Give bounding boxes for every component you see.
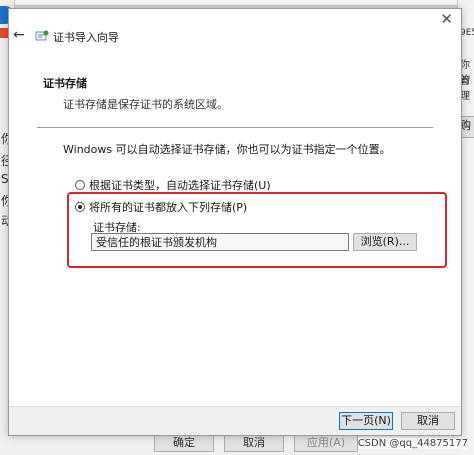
background-ok-button[interactable]: 确定 [154, 434, 214, 452]
wizard-header: 证书存储 证书存储是保存证书的系统区域。 [9, 53, 461, 125]
dialog-title: 证书导入向导 [53, 31, 119, 44]
background-apply-button[interactable]: 应用(A) [294, 434, 358, 452]
background-text: 9E5 [460, 28, 474, 38]
page-title: 证书存储 [43, 77, 87, 90]
wizard-footer: 下一页(N) 取消 [9, 406, 461, 435]
highlight-annotation-box [67, 192, 447, 268]
next-button[interactable]: 下一页(N) [339, 412, 393, 430]
watermark: CSDN @qq_44875177 [357, 438, 468, 449]
background-window-titlebar [14, 0, 458, 6]
wizard-titlebar: ← 证书导入向导 [9, 25, 461, 49]
background-cancel-button[interactable]: 取消 [224, 434, 284, 452]
page-description: 证书存储是保存证书的系统区域。 [63, 98, 228, 111]
radio-auto-label: 根据证书类型，自动选择证书存储(U) [89, 179, 271, 192]
back-arrow-icon[interactable]: ← [13, 27, 25, 43]
radio-button[interactable] [75, 180, 85, 190]
instruction-text: Windows 可以自动选择证书存储，你也可以为证书指定一个位置。 [63, 143, 391, 156]
radio-auto-select-store[interactable]: 根据证书类型，自动选择证书存储(U) [75, 177, 271, 193]
certificate-import-wizard-dialog: ✕ ← 证书导入向导 证书存储 证书存储是保存证书的系统区域。 Windows … [8, 8, 462, 436]
header-separator [37, 127, 433, 128]
cancel-button[interactable]: 取消 [401, 412, 455, 430]
certificate-wizard-icon [35, 30, 49, 41]
background-text: 管理 [460, 76, 470, 102]
